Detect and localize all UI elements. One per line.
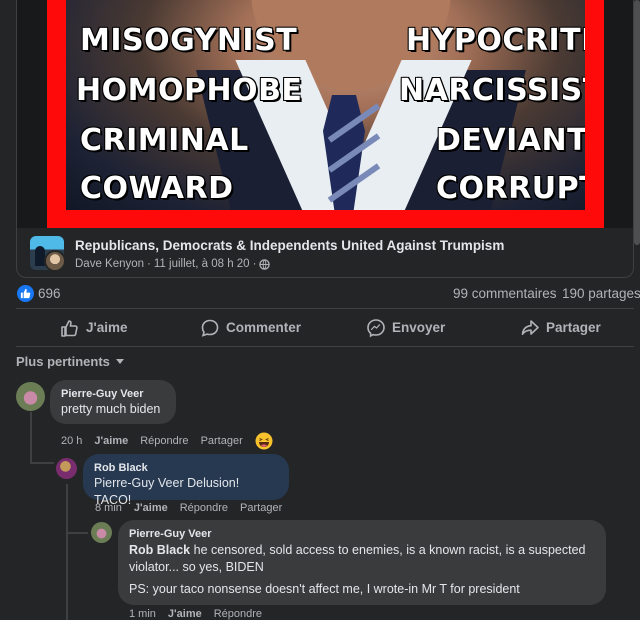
comment-bubble-highlighted: Rob Black Pierre-Guy Veer Delusion! TACO… <box>83 454 289 507</box>
scrollbar-thumb[interactable] <box>634 0 640 245</box>
globe-icon <box>259 258 271 270</box>
author-avatar[interactable] <box>44 250 66 272</box>
comment-bubble-icon <box>201 319 219 337</box>
comment-text: pretty much biden <box>61 402 161 416</box>
comment-actions: 1 min J'aime Répondre <box>129 608 274 620</box>
caret-down-icon <box>115 359 124 364</box>
like-button[interactable]: J'aime <box>60 310 128 345</box>
thumbs-up-icon <box>61 319 78 337</box>
meta-separator: · <box>147 258 151 270</box>
meme-word: HYPOCRITE <box>406 23 585 58</box>
like-label: J'aime <box>86 320 128 335</box>
laughing-emoji-icon[interactable] <box>255 432 273 450</box>
share-button[interactable]: Partager <box>520 310 601 345</box>
post-action-bar: J'aime Commenter Envoyer Partager <box>16 310 634 345</box>
post-stats: 696 99 commentaires 190 partages <box>0 280 640 306</box>
meta-separator: · <box>252 258 257 270</box>
comment-actions: 8 min J'aime Répondre Partager <box>95 502 294 514</box>
shared-post-source: Republicans, Democrats & Independents Un… <box>17 228 633 277</box>
commenter-avatar[interactable] <box>91 522 112 543</box>
commenter-avatar[interactable] <box>16 382 45 411</box>
comment-timestamp[interactable]: 20 h <box>61 435 82 447</box>
comment-bubble: Pierre-Guy Veer pretty much biden <box>50 380 176 424</box>
comment-timestamp[interactable]: 1 min <box>129 608 156 620</box>
like-reaction-icon[interactable] <box>17 285 34 302</box>
shared-post-card[interactable]: MISOGYNIST HOMOPHOBE CRIMINAL COWARD HYP… <box>16 0 634 278</box>
meme-word: CRIMINAL <box>80 123 249 158</box>
comment-label: Commenter <box>226 320 302 335</box>
meme-word: DEVIANT <box>436 123 585 158</box>
share-count-link[interactable]: 190 partages <box>562 286 640 301</box>
send-label: Envoyer <box>392 320 446 335</box>
comment-reply-button[interactable]: Répondre <box>214 608 262 620</box>
thread-line <box>30 412 32 464</box>
comment-sort-dropdown[interactable]: Plus pertinents <box>16 352 125 370</box>
thread-line <box>30 462 54 464</box>
comment-author-link[interactable]: Pierre-Guy Veer <box>129 527 595 541</box>
comment-like-button[interactable]: J'aime <box>134 502 168 514</box>
comment-actions: 20 h J'aime Répondre Partager <box>61 432 273 450</box>
author-link[interactable]: Dave Kenyon <box>75 258 144 270</box>
comment-share-button[interactable]: Partager <box>240 502 282 514</box>
meme-word: MISOGYNIST <box>80 23 298 58</box>
meme-word: NARCISSIST <box>399 73 585 108</box>
share-label: Partager <box>546 320 601 335</box>
group-name-link[interactable]: Republicans, Democrats & Independents Un… <box>75 238 504 253</box>
mention-link[interactable]: Rob Black <box>129 543 190 557</box>
comment-button[interactable]: Commenter <box>200 310 301 345</box>
comment-bubble: Pierre-Guy Veer Rob Black he censored, s… <box>118 520 606 605</box>
divider <box>16 346 634 347</box>
comment-like-button[interactable]: J'aime <box>168 608 202 620</box>
send-button[interactable]: Envoyer <box>366 310 445 345</box>
meme-photo: MISOGYNIST HOMOPHOBE CRIMINAL COWARD HYP… <box>66 0 585 210</box>
comment-like-button[interactable]: J'aime <box>94 435 128 447</box>
sort-label: Plus pertinents <box>16 353 110 369</box>
comment-timestamp[interactable]: 8 min <box>95 502 122 514</box>
comment-count-link[interactable]: 99 commentaires <box>453 286 557 301</box>
thread-line <box>66 484 68 620</box>
messenger-icon <box>367 318 385 337</box>
comment-reply-button[interactable]: Répondre <box>180 502 228 514</box>
commenter-avatar[interactable] <box>56 458 77 479</box>
meme-image[interactable]: MISOGYNIST HOMOPHOBE CRIMINAL COWARD HYP… <box>17 0 633 228</box>
comment-author-link[interactable]: Pierre-Guy Veer <box>61 387 165 401</box>
comment-author-link[interactable]: Rob Black <box>94 461 278 475</box>
comment-text-line: PS: your taco nonsense doesn't affect me… <box>129 582 520 596</box>
thread-line <box>66 532 88 534</box>
post-date-link[interactable]: 11 juillet, à 08 h 20 <box>154 258 250 270</box>
meme-word: CORRUPT <box>436 171 585 206</box>
comment-share-button[interactable]: Partager <box>201 435 243 447</box>
divider <box>16 308 634 309</box>
meme-word: COWARD <box>80 171 234 206</box>
meme-word: HOMOPHOBE <box>76 73 303 108</box>
post-meta: Dave Kenyon · 11 juillet, à 08 h 20 · <box>75 258 271 270</box>
comment-text-line: violator... so yes, BIDEN <box>129 560 264 574</box>
comment-reply-button[interactable]: Répondre <box>140 435 188 447</box>
comment-text-line: he censored, sold access to enemies, is … <box>190 543 586 557</box>
share-arrow-icon <box>521 319 539 335</box>
reaction-count[interactable]: 696 <box>38 286 61 301</box>
comment-text: Rob Black he censored, sold access to en… <box>129 542 595 559</box>
